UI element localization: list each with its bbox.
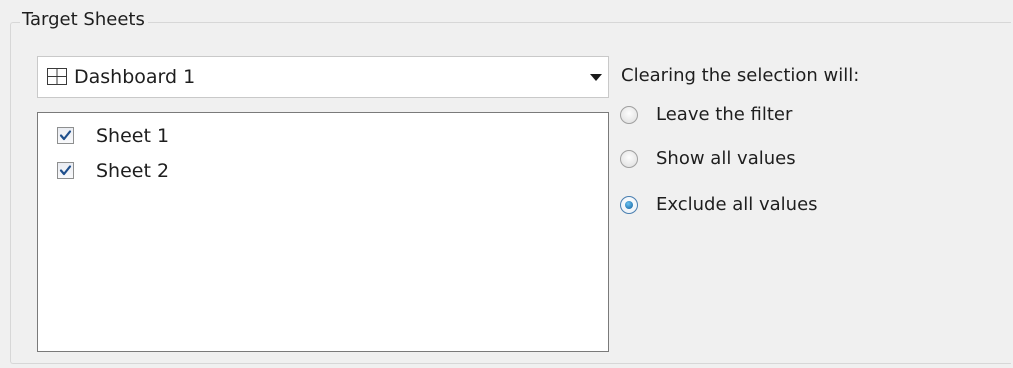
action-target-panel: Target Sheets Dashboard 1 Sheet 1 Sheet … xyxy=(0,0,1013,368)
sheet-1-label: Sheet 1 xyxy=(96,125,170,147)
sheet-1-checkbox[interactable] xyxy=(57,127,74,144)
radio-dot-icon xyxy=(625,201,633,209)
radio-label-leave-filter: Leave the filter xyxy=(656,104,793,125)
radio-button[interactable] xyxy=(620,150,638,168)
dashboard-icon xyxy=(47,68,67,85)
checkmark-icon xyxy=(59,165,72,176)
sheet-2-label: Sheet 2 xyxy=(96,160,170,182)
radio-label-exclude-all-values: Exclude all values xyxy=(656,194,818,215)
groupbox-title: Target Sheets xyxy=(20,8,148,32)
radio-button[interactable] xyxy=(620,106,638,124)
chevron-down-icon[interactable] xyxy=(590,74,602,81)
clearing-selection-heading: Clearing the selection will: xyxy=(621,65,860,86)
dashboard-dropdown[interactable]: Dashboard 1 xyxy=(37,56,609,98)
sheet-list[interactable]: Sheet 1 Sheet 2 xyxy=(37,112,609,352)
checkmark-icon xyxy=(59,130,72,141)
radio-label-show-all-values: Show all values xyxy=(656,148,796,169)
dropdown-selected-value: Dashboard 1 xyxy=(74,66,196,88)
sheet-2-checkbox[interactable] xyxy=(57,162,74,179)
radio-button-selected[interactable] xyxy=(620,196,638,214)
